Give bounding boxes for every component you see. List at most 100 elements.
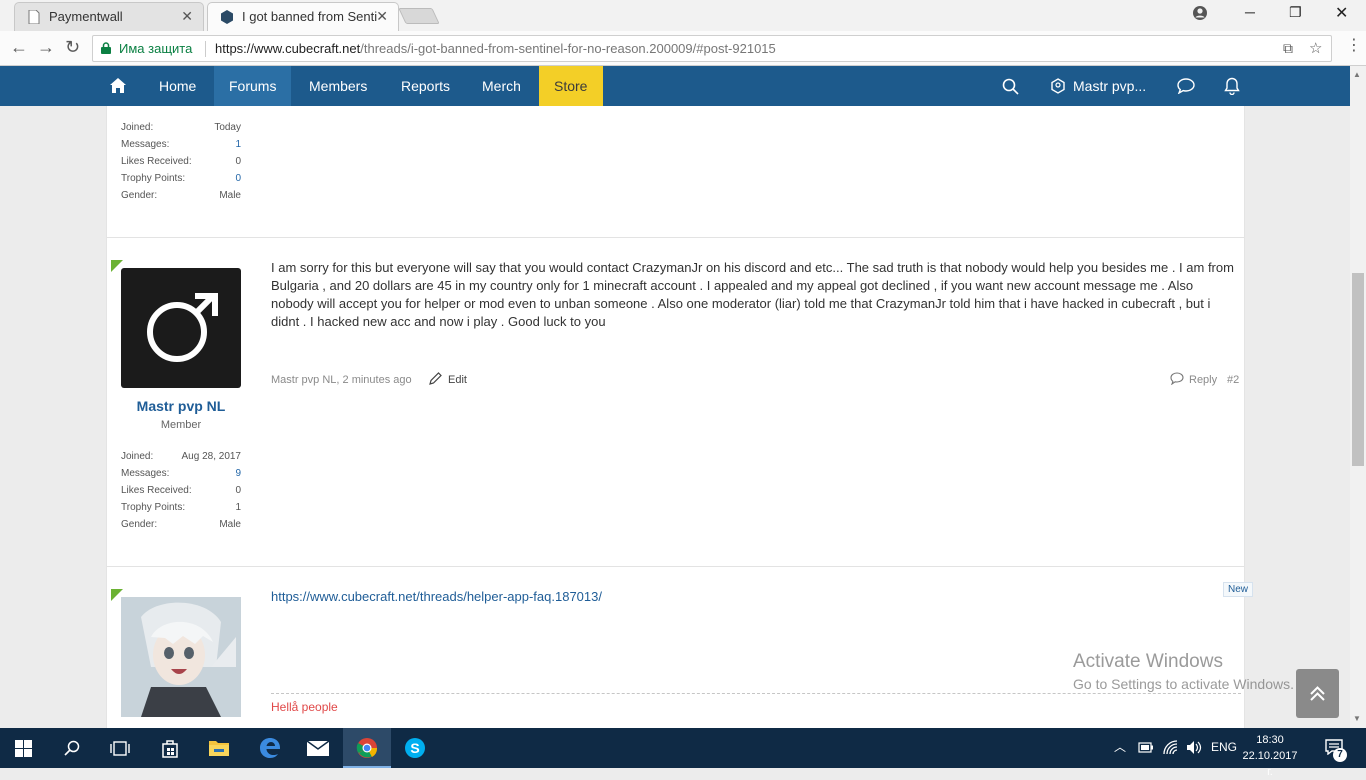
home-icon[interactable] — [110, 78, 126, 93]
translate-icon[interactable]: ⧉ — [1283, 40, 1293, 57]
stat-label: Messages: — [121, 468, 170, 479]
clock-date: 22.10.2017 г. — [1242, 750, 1298, 778]
mail-icon[interactable] — [306, 740, 330, 757]
tab-title: Paymentwall — [49, 9, 123, 24]
store-icon[interactable] — [160, 738, 180, 758]
bell-icon[interactable] — [1224, 77, 1240, 95]
url-host: https://www.cubecraft.net — [215, 41, 361, 56]
avatar[interactable] — [121, 268, 241, 388]
post-link[interactable]: https://www.cubecraft.net/threads/helper… — [271, 589, 602, 604]
nav-home[interactable]: Home — [144, 66, 211, 106]
stat-value: Aug 28, 2017 — [181, 451, 242, 462]
nav-store[interactable]: Store — [539, 66, 603, 106]
language-indicator[interactable]: ENG — [1211, 740, 1237, 754]
user-menu[interactable]: Mastr pvp... — [1058, 66, 1161, 106]
new-tab-button[interactable] — [398, 8, 440, 24]
search-icon[interactable] — [1002, 78, 1019, 95]
stat-value-link[interactable]: 9 — [235, 468, 241, 479]
stat-label: Likes Received: — [121, 485, 192, 496]
cubecraft-icon — [221, 10, 233, 24]
stat-value-link[interactable]: 1 — [235, 139, 241, 150]
chrome-icon — [356, 738, 378, 758]
wifi-icon[interactable] — [1163, 740, 1178, 755]
stat-row: Gender: Male — [121, 519, 241, 536]
address-bar[interactable]: Има защита https://www.cubecraft.net/thr… — [92, 35, 1332, 62]
nav-members[interactable]: Members — [294, 66, 382, 106]
stat-row: Messages: 1 — [121, 139, 241, 156]
windows-start-icon[interactable] — [15, 740, 32, 757]
edge-browser-icon[interactable] — [259, 737, 281, 759]
skype-icon[interactable]: S — [404, 737, 426, 759]
user-stats: Joined: Aug 28, 2017 Messages: 9 Likes Rec… — [121, 451, 241, 536]
signature-text: Hellå people — [271, 700, 338, 714]
secure-label: Има защита — [119, 41, 193, 56]
username[interactable]: Mastr pvp NL — [121, 398, 241, 414]
scroll-to-top-button[interactable] — [1296, 669, 1339, 718]
clock-time: 18:30 — [1256, 734, 1284, 746]
nav-merch[interactable]: Merch — [467, 66, 536, 106]
stat-value: 1 — [235, 502, 241, 513]
conversations-icon[interactable] — [1177, 78, 1195, 94]
chrome-taskbar-button[interactable] — [343, 728, 391, 768]
stat-row: Messages: 9 — [121, 468, 241, 485]
stat-label: Likes Received: — [121, 156, 192, 167]
battery-icon[interactable] — [1138, 742, 1154, 753]
thread-content: Joined: Today Messages: 1 Likes Received: 0… — [106, 106, 1254, 728]
scroll-down-arrow-icon[interactable]: ▼ — [1353, 714, 1361, 723]
file-explorer-icon[interactable] — [208, 738, 230, 757]
stat-row: Joined: Today — [121, 122, 241, 139]
close-icon[interactable]: ✕ — [181, 8, 193, 25]
tab-paymentwall[interactable]: Paymentwall ✕ — [14, 2, 204, 31]
windows-taskbar: S ︿ ENG 18:30 22.10.2017 г. 7 — [0, 728, 1366, 778]
restore-icon[interactable]: ❐ — [1289, 4, 1302, 21]
watermark-subtitle: Go to Settings to activate Windows. — [1073, 676, 1294, 692]
profile-icon[interactable] — [1192, 5, 1208, 24]
minimize-icon[interactable]: ─ — [1245, 4, 1255, 20]
chevron-up-icon[interactable]: ︿ — [1114, 738, 1126, 755]
pencil-icon — [429, 372, 442, 385]
notification-count-badge: 7 — [1333, 748, 1347, 762]
activate-windows-watermark: Activate Windows Go to Settings to activ… — [1073, 651, 1294, 692]
reload-icon[interactable]: ↻ — [65, 37, 80, 58]
back-arrow-icon[interactable]: ← — [10, 37, 28, 58]
task-view-icon[interactable] — [110, 741, 130, 756]
window-close-icon[interactable]: ✕ — [1335, 3, 1348, 23]
scroll-up-arrow-icon[interactable]: ▲ — [1353, 70, 1361, 79]
search-icon[interactable] — [64, 740, 80, 756]
volume-icon[interactable] — [1186, 740, 1202, 755]
nav-reports[interactable]: Reports — [386, 66, 465, 106]
stat-row: Likes Received: 0 — [121, 485, 241, 502]
post-number[interactable]: #2 — [1227, 374, 1239, 386]
reply-link[interactable]: Reply — [1189, 374, 1217, 386]
stat-value-link[interactable]: 0 — [235, 173, 241, 184]
post-divider — [107, 237, 1244, 238]
svg-text:S: S — [410, 740, 419, 756]
avatar[interactable] — [121, 597, 241, 717]
stat-row: Trophy Points: 0 — [121, 173, 241, 190]
stat-value: Today — [214, 122, 241, 133]
post-message: I am sorry for this but everyone will sa… — [271, 260, 1234, 329]
close-icon[interactable]: ✕ — [376, 8, 388, 25]
bookmark-star-icon[interactable]: ☆ — [1309, 39, 1322, 57]
stat-value: Male — [219, 519, 241, 530]
post-meta[interactable]: Mastr pvp NL, 2 minutes ago — [271, 374, 412, 386]
stat-label: Joined: — [121, 451, 154, 462]
nav-forums[interactable]: Forums — [214, 66, 292, 106]
url-path: /threads/i-got-banned-from-sentinel-for-… — [360, 41, 776, 56]
menu-dots-icon[interactable]: ⋮ — [1346, 35, 1362, 55]
scrollbar-thumb[interactable] — [1352, 273, 1364, 466]
stat-label: Trophy Points: — [121, 173, 186, 184]
forward-arrow-icon[interactable]: → — [37, 37, 55, 58]
new-badge: New — [1223, 582, 1254, 597]
taskbar-clock[interactable]: 18:30 22.10.2017 г. — [1240, 732, 1300, 780]
user-title: Member — [160, 419, 202, 431]
browser-tab-strip: Paymentwall ✕ I got banned from Sentin ✕… — [0, 0, 1366, 31]
double-chevron-up-icon — [1310, 686, 1325, 701]
tab-current-thread[interactable]: I got banned from Sentin ✕ — [207, 2, 399, 31]
stat-value: 0 — [235, 485, 241, 496]
stat-value: 0 — [235, 156, 241, 167]
stat-value: Male — [219, 190, 241, 201]
signature-divider — [271, 693, 1241, 694]
edit-link[interactable]: Edit — [448, 374, 467, 386]
stat-row: Gender: Male — [121, 190, 241, 207]
